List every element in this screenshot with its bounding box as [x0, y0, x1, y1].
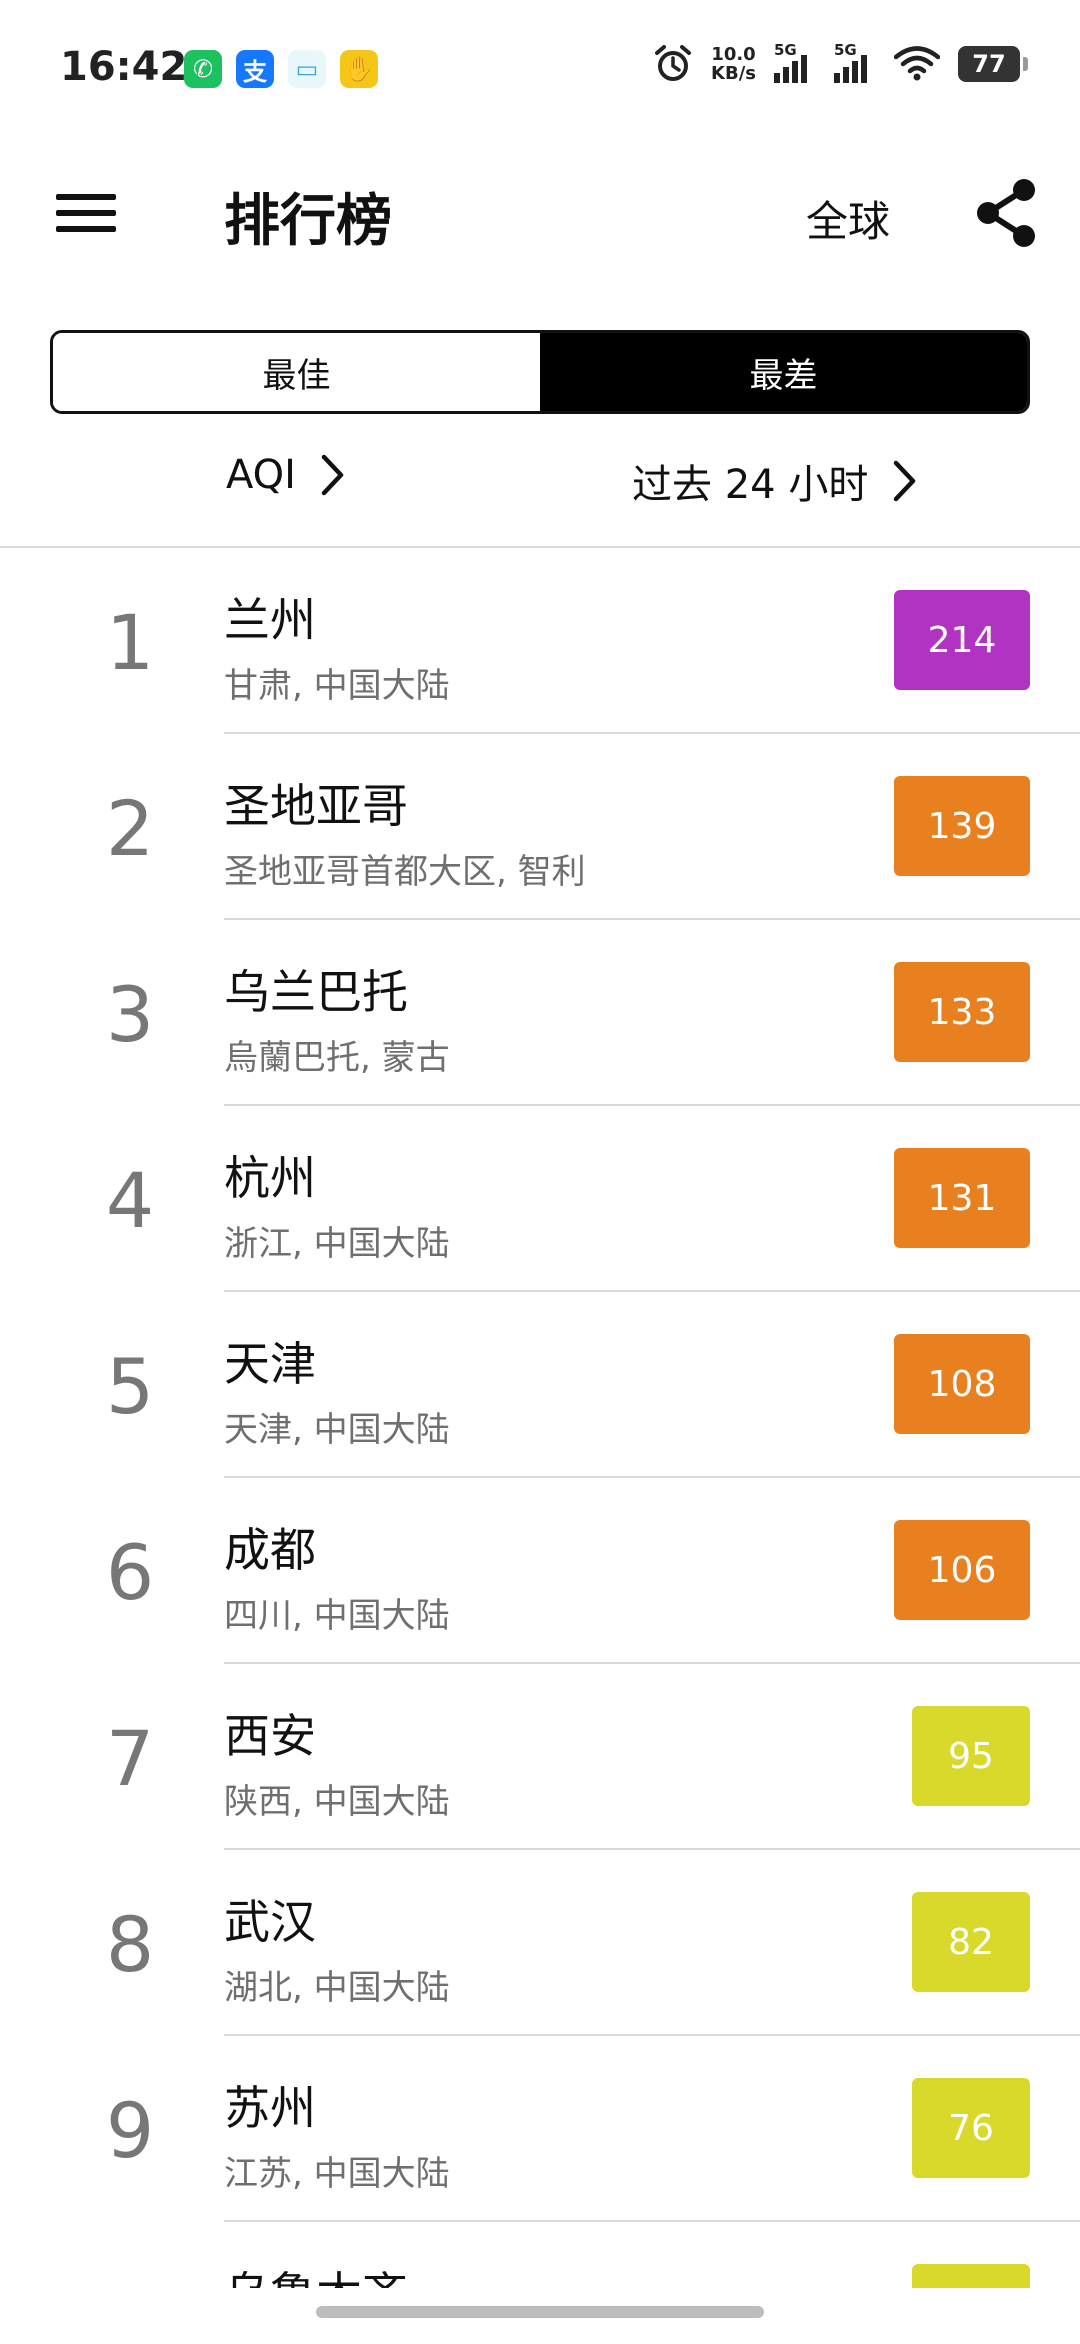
best-worst-toggle: 最佳 最差: [50, 330, 1030, 414]
alarm-clock-icon: [655, 45, 692, 81]
city-region: 江苏, 中国大陆: [224, 2154, 450, 2194]
city-region: 湖北, 中国大陆: [224, 1968, 450, 2008]
aqi-badge: 214: [894, 590, 1030, 690]
ranking-row[interactable]: 1 兰州甘肃, 中国大陆 214: [0, 548, 1080, 734]
ranking-row[interactable]: 3 乌兰巴托烏蘭巴托, 蒙古 133: [0, 920, 1080, 1106]
tab-best[interactable]: 最佳: [53, 333, 540, 411]
network-speed-unit: KB/s: [711, 63, 756, 84]
city-name: 圣地亚哥: [224, 779, 408, 833]
metric-filter[interactable]: AQI: [226, 452, 346, 498]
aqi-badge: 133: [894, 962, 1030, 1062]
hand-app-icon: ✋: [340, 50, 378, 88]
rank-number: 5: [105, 1342, 155, 1431]
rank-number: 3: [105, 970, 155, 1059]
hamburger-icon: [56, 194, 116, 200]
ranking-row[interactable]: 7 西安陕西, 中国大陆 95: [0, 1664, 1080, 1850]
ranking-row[interactable]: 5 天津天津, 中国大陆 108: [0, 1292, 1080, 1478]
aqi-badge: 95: [912, 1706, 1030, 1806]
rank-number: 8: [105, 1900, 155, 1989]
ranking-row[interactable]: 2 圣地亚哥圣地亚哥首都大区, 智利 139: [0, 734, 1080, 920]
aqi-badge: [912, 2264, 1030, 2288]
city-name: 乌鲁木齐: [224, 2258, 408, 2288]
network-type-label-1: 5G: [774, 41, 797, 59]
city-name: 兰州: [224, 593, 316, 647]
wifi-icon: [894, 46, 940, 81]
city-name: 乌兰巴托: [224, 965, 408, 1019]
rank-number: 9: [105, 2086, 155, 2175]
battery-level: 77: [972, 50, 1006, 78]
aqi-badge: 131: [894, 1148, 1030, 1248]
city-name: 苏州: [224, 2081, 316, 2135]
share-button[interactable]: [972, 176, 1042, 250]
ranking-row[interactable]: 9 苏州江苏, 中国大陆 76: [0, 2036, 1080, 2222]
ranking-row[interactable]: 6 成都四川, 中国大陆 106: [0, 1478, 1080, 1664]
tab-worst[interactable]: 最差: [540, 333, 1027, 411]
share-icon: [977, 179, 1035, 247]
aqi-badge: 82: [912, 1892, 1030, 1992]
menu-button[interactable]: [56, 184, 118, 240]
ranking-row[interactable]: 4 杭州浙江, 中国大陆 131: [0, 1106, 1080, 1292]
ranking-row[interactable]: 乌鲁木齐: [0, 2222, 1080, 2288]
ranking-row[interactable]: 8 武汉湖北, 中国大陆 82: [0, 1850, 1080, 2036]
region-selector-button[interactable]: 全球: [806, 188, 890, 249]
network-type-label-2: 5G: [834, 41, 857, 59]
city-region: 陕西, 中国大陆: [224, 1782, 450, 1822]
network-speed: 10.0 KB/s: [711, 45, 756, 83]
rank-number: 2: [105, 784, 155, 873]
city-name: 杭州: [224, 1151, 316, 1205]
home-indicator[interactable]: [316, 2306, 764, 2318]
page-title: 排行榜: [224, 189, 392, 254]
rank-number: 4: [105, 1156, 155, 1245]
chevron-right-icon: [321, 454, 344, 496]
rank-number: 6: [105, 1528, 155, 1617]
message-app-icon: ▭: [288, 50, 326, 88]
alipay-icon: 支: [236, 50, 274, 88]
city-name: 天津: [224, 1337, 316, 1391]
city-name: 西安: [224, 1709, 316, 1763]
phone-app-icon: ✆: [184, 50, 222, 88]
rank-number: 7: [105, 1714, 155, 1803]
city-region: 甘肃, 中国大陆: [224, 666, 450, 706]
city-region: 天津, 中国大陆: [224, 1410, 450, 1450]
metric-filter-label: AQI: [226, 452, 296, 498]
notification-icons: ✆ 支 ▭ ✋: [184, 50, 378, 88]
aqi-badge: 139: [894, 776, 1030, 876]
city-region: 浙江, 中国大陆: [224, 1224, 450, 1264]
status-time: 16:42: [60, 44, 188, 90]
signal-strength-icon-2: 5G: [834, 41, 876, 83]
city-region: 圣地亚哥首都大区, 智利: [224, 852, 586, 892]
city-region: 烏蘭巴托, 蒙古: [224, 1038, 450, 1078]
ranking-list: 1 兰州 甘肃, 中国大陆 214 2 圣地亚哥 圣地亚哥首都大区, 智利 139 3 乌兰巴托烏…: [0, 548, 1080, 2288]
battery-icon: 77: [958, 46, 1028, 82]
aqi-badge: 76: [912, 2078, 1030, 2178]
city-name: 武汉: [224, 1895, 316, 1949]
filter-bar: AQI 过去 24 小时: [0, 446, 1080, 516]
network-speed-value: 10.0: [711, 44, 756, 65]
aqi-badge: 108: [894, 1334, 1030, 1434]
aqi-badge: 106: [894, 1520, 1030, 1620]
signal-strength-icon-1: 5G: [774, 41, 816, 83]
chevron-right-icon: [894, 460, 916, 502]
city-name: 成都: [224, 1523, 316, 1577]
status-bar: 16:42 ✆ 支 ▭ ✋ 10.0 KB/s 5G 5G 77: [0, 0, 1080, 140]
city-region: 四川, 中国大陆: [224, 1596, 450, 1636]
time-period-filter-label: 过去 24 小时: [632, 462, 869, 508]
app-header: 排行榜 全球: [0, 160, 1080, 270]
status-indicators: 10.0 KB/s 5G 5G 77: [653, 41, 1028, 84]
time-period-filter[interactable]: 过去 24 小时: [632, 452, 918, 510]
rank-number: 1: [105, 598, 155, 687]
